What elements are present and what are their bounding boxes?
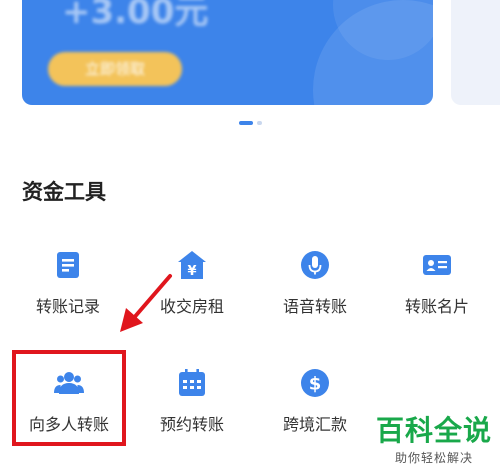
tool-cross-border-remittance[interactable]: $ 跨境汇款 [256,368,374,448]
document-list-icon [57,252,79,278]
banner-claim-button[interactable]: 立即领取 [48,52,182,86]
watermark: 百科全说 助你轻松解决 [376,409,492,466]
calendar-icon [179,369,205,396]
svg-text:$: $ [309,374,322,395]
banner-amount: +3.00元 [62,0,209,32]
watermark-title: 百科全说 [376,414,493,447]
svg-text:¥: ¥ [187,264,196,279]
microphone-icon [301,251,329,279]
promo-banner[interactable]: +3.00元 立即领取 [22,0,433,105]
highlight-box [12,350,126,446]
tool-voice-transfer[interactable]: 语音转账 [256,250,374,330]
carousel-dot [257,121,262,125]
section-title: 资金工具 [22,180,106,204]
tool-label: 预约转账 [159,415,224,434]
next-banner-card[interactable] [451,0,500,105]
tool-transfer-card[interactable]: 转账名片 [378,250,496,330]
tool-label: 转账名片 [404,297,469,316]
carousel-indicator [239,121,262,125]
carousel-dot-active [239,121,253,125]
dollar-coin-icon: $ [301,369,329,397]
tool-label: 跨境汇款 [282,415,347,434]
watermark-subtitle: 助你轻松解决 [395,451,474,465]
id-card-icon [423,255,451,275]
tool-label: 语音转账 [282,297,347,316]
pointer-arrow-icon [120,274,172,332]
house-yen-icon: ¥ [178,251,206,279]
tool-scheduled-transfer[interactable]: 预约转账 [133,368,251,448]
